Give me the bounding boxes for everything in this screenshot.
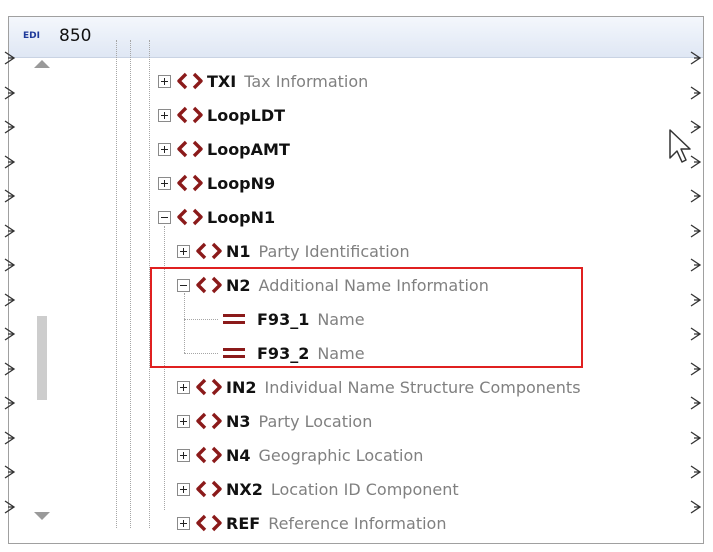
input-port-icon[interactable] — [4, 50, 16, 66]
node-name: TXI — [207, 71, 237, 91]
output-port-icon[interactable] — [690, 188, 702, 204]
node-name: N1 — [226, 241, 251, 261]
expand-icon[interactable] — [177, 516, 190, 530]
output-port-icon[interactable] — [690, 395, 702, 411]
output-port-icon[interactable] — [690, 85, 702, 101]
output-port-icon[interactable] — [690, 499, 702, 515]
input-port-icon[interactable] — [4, 361, 16, 377]
scroll-down-arrow-icon[interactable] — [34, 512, 50, 520]
tree-node-n1[interactable]: N1 Party Identification — [177, 236, 410, 266]
segment-icon — [194, 445, 226, 465]
tree-node-loopn1[interactable]: LoopN1 — [158, 202, 283, 232]
expand-icon[interactable] — [177, 414, 190, 428]
node-description: Geographic Location — [258, 445, 424, 465]
input-port-icon[interactable] — [4, 395, 16, 411]
input-port-icon[interactable] — [4, 85, 16, 101]
component-title: 850 — [59, 26, 92, 46]
node-name: N4 — [226, 445, 251, 465]
scroll-thumb[interactable] — [37, 316, 47, 400]
segment-icon — [194, 377, 226, 397]
node-description: Reference Information — [268, 513, 447, 533]
input-port-icon[interactable] — [4, 119, 16, 135]
expand-icon[interactable] — [177, 244, 190, 258]
expand-icon[interactable] — [158, 74, 171, 88]
expand-icon[interactable] — [158, 142, 171, 156]
segment-icon — [194, 479, 226, 499]
tree-node-loopn9[interactable]: LoopN9 — [158, 168, 283, 198]
tree-node-in2[interactable]: IN2 Individual Name Structure Components — [177, 372, 581, 402]
expand-icon[interactable] — [177, 448, 190, 462]
node-name: REF — [226, 513, 261, 533]
expand-icon[interactable] — [177, 380, 190, 394]
output-port-icon[interactable] — [690, 50, 702, 66]
input-port-icon[interactable] — [4, 257, 16, 273]
node-name: LoopN1 — [207, 207, 276, 227]
node-description: Individual Name Structure Components — [264, 377, 581, 397]
input-port-icon[interactable] — [4, 464, 16, 480]
output-port-icon[interactable] — [690, 326, 702, 342]
segment-icon — [175, 71, 207, 91]
tree-node-nx2[interactable]: NX2 Location ID Component — [177, 474, 459, 504]
component-header[interactable]: EDI 850 — [9, 17, 703, 58]
node-name: NX2 — [226, 479, 263, 499]
node-name: N3 — [226, 411, 251, 431]
output-port-icon[interactable] — [690, 292, 702, 308]
input-port-icon[interactable] — [4, 292, 16, 308]
input-port-icon[interactable] — [4, 154, 16, 170]
tree-node-txi[interactable]: TXI Tax Information — [158, 66, 368, 96]
tree-node-loopldt[interactable]: LoopLDT — [158, 100, 293, 130]
tree-guide-line — [130, 40, 131, 528]
segment-icon — [175, 207, 207, 227]
output-port-icon[interactable] — [690, 430, 702, 446]
output-port-icon[interactable] — [690, 464, 702, 480]
segment-icon — [194, 241, 226, 261]
output-port-icon[interactable] — [690, 223, 702, 239]
node-name: LoopN9 — [207, 173, 276, 193]
node-name: IN2 — [226, 377, 257, 397]
collapse-icon[interactable] — [158, 210, 171, 224]
node-description: Party Identification — [258, 241, 410, 261]
node-description: Tax Information — [244, 71, 369, 91]
input-port-icon[interactable] — [4, 326, 16, 342]
input-port-icon[interactable] — [4, 223, 16, 239]
highlight-box — [150, 267, 583, 368]
node-description: Location ID Component — [270, 479, 459, 499]
mouse-pointer-icon — [669, 129, 691, 163]
tree-guide-line — [116, 40, 117, 528]
expand-icon[interactable] — [158, 108, 171, 122]
vertical-scrollbar[interactable] — [32, 52, 52, 522]
segment-icon — [175, 105, 207, 125]
segment-icon — [175, 139, 207, 159]
edi-icon: EDI — [23, 31, 40, 41]
segment-icon — [175, 173, 207, 193]
input-port-icon[interactable] — [4, 499, 16, 515]
expand-icon[interactable] — [177, 482, 190, 496]
input-port-icon[interactable] — [4, 430, 16, 446]
output-port-icon[interactable] — [690, 361, 702, 377]
tree-node-loopamt[interactable]: LoopAMT — [158, 134, 298, 164]
tree-node-ref[interactable]: REF Reference Information — [177, 508, 446, 538]
output-port-icon[interactable] — [690, 257, 702, 273]
segment-icon — [194, 513, 226, 533]
tree-node-n3[interactable]: N3 Party Location — [177, 406, 372, 436]
expand-icon[interactable] — [158, 176, 171, 190]
node-name: LoopLDT — [207, 105, 286, 125]
tree-node-n4[interactable]: N4 Geographic Location — [177, 440, 423, 470]
input-port-icon[interactable] — [4, 188, 16, 204]
scroll-up-arrow-icon[interactable] — [34, 60, 50, 68]
segment-icon — [194, 411, 226, 431]
node-name: LoopAMT — [207, 139, 290, 159]
node-description: Party Location — [258, 411, 373, 431]
